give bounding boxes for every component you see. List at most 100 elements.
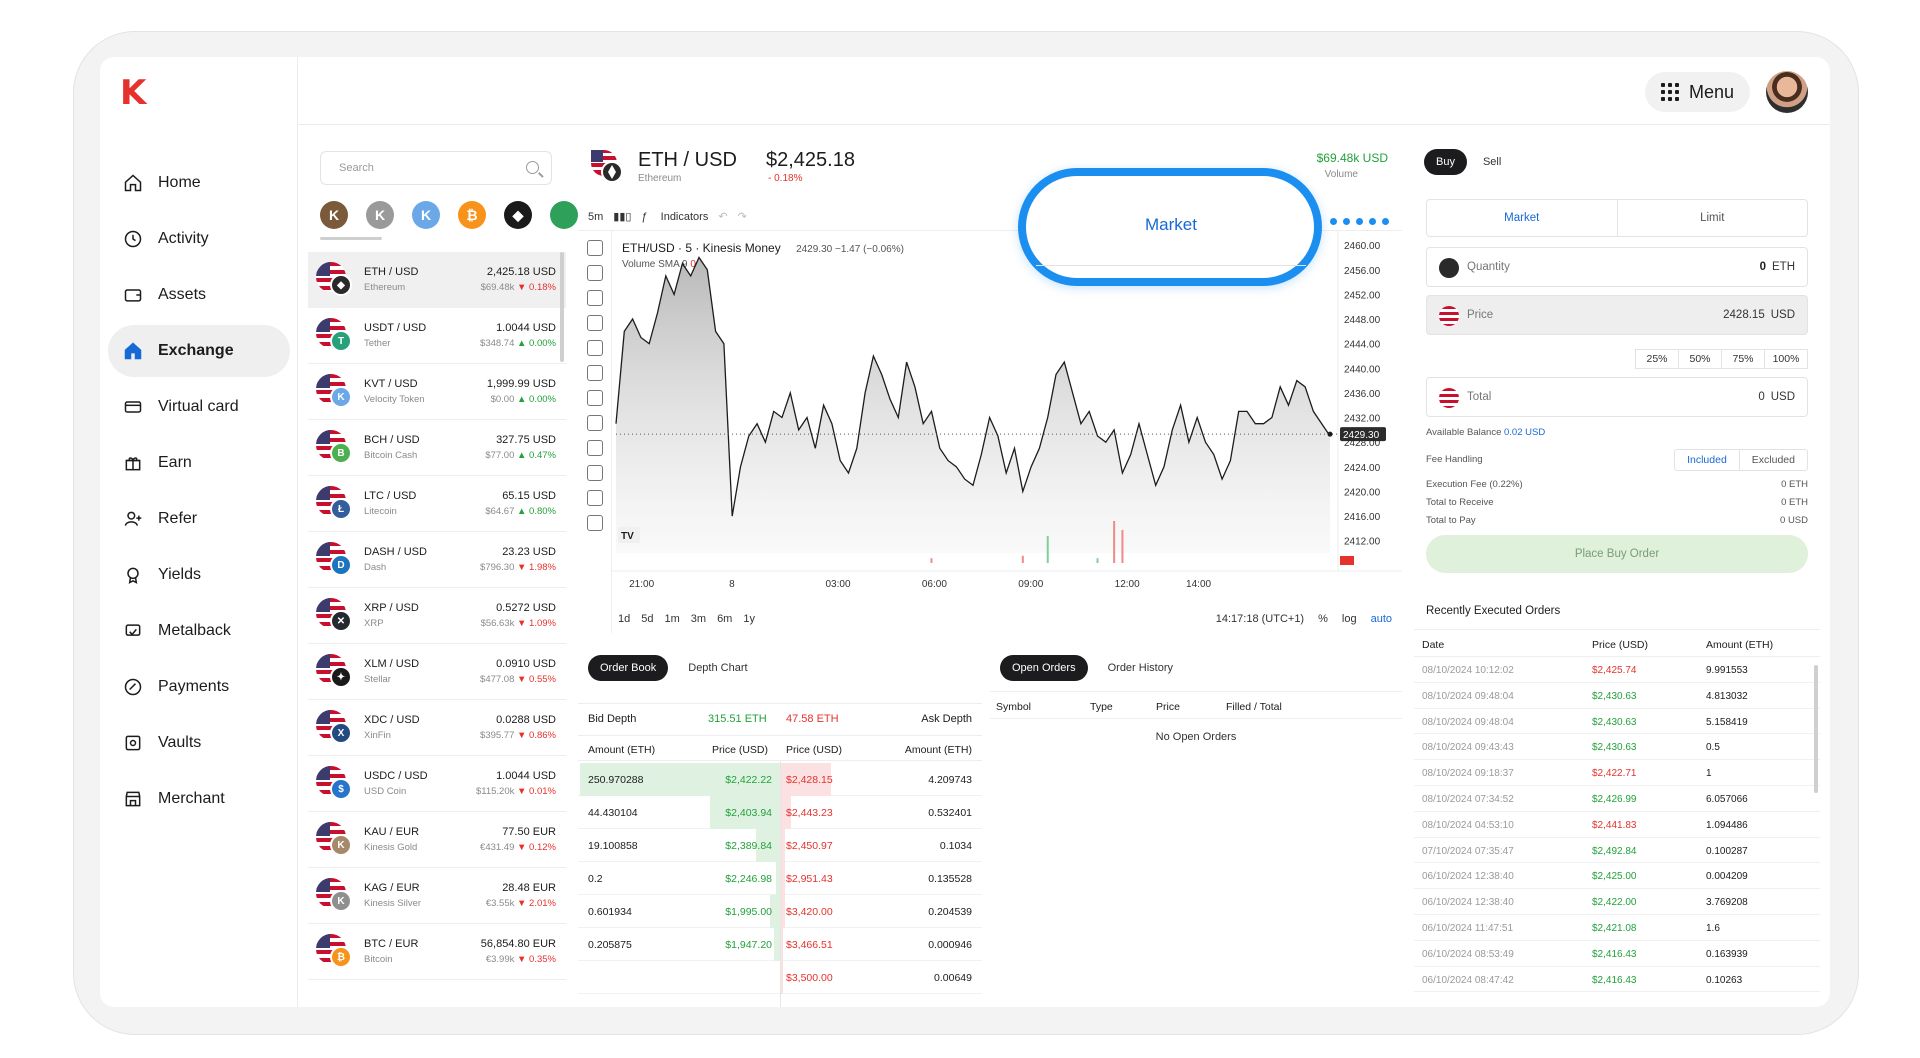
sidebar-item-activity[interactable]: Activity: [108, 213, 290, 265]
pair-item[interactable]: K KAU / EUR Kinesis Gold 77.50 EUR €431.49 ▼…: [308, 812, 566, 868]
pair-list: ◆ ETH / USD Ethereum 2,425.18 USD $69.48k ▼ …: [308, 252, 566, 980]
last-price: $2,425.18: [766, 149, 855, 171]
redo-icon[interactable]: ↷: [738, 210, 747, 223]
trendline-icon[interactable]: [586, 265, 603, 281]
auto-toggle[interactable]: auto: [1371, 613, 1392, 625]
pair-item[interactable]: X XDC / USD XinFin 0.0288 USD $395.77 ▼ 0.86…: [308, 700, 566, 756]
percent-25-button[interactable]: 25%: [1635, 349, 1679, 369]
coin-filter-icon[interactable]: ◆: [504, 201, 532, 229]
magnet-icon[interactable]: [586, 490, 603, 506]
sidebar-item-vaults[interactable]: Vaults: [108, 717, 290, 769]
pair-item[interactable]: D DASH / USD Dash 23.23 USD $796.30 ▼ 1.98%: [308, 532, 566, 588]
range-6m[interactable]: 6m: [717, 613, 732, 625]
interval-selector[interactable]: 5m: [588, 211, 603, 223]
coin-filter-scrollbar[interactable]: [320, 237, 382, 240]
pair-item[interactable]: T USDT / USD Tether 1.0044 USD $348.74 ▲ 0.0…: [308, 308, 566, 364]
price-field[interactable]: Price 2428.15 USD: [1426, 295, 1808, 335]
coin-filter-icon[interactable]: K: [366, 201, 394, 229]
pair-item[interactable]: ◆ ETH / USD Ethereum 2,425.18 USD $69.48k ▼ …: [308, 252, 566, 308]
text-icon[interactable]: [586, 340, 603, 356]
sidebar-item-home[interactable]: Home: [108, 157, 290, 209]
pair-list-scrollbar[interactable]: [560, 252, 564, 362]
pair-volume-change: $477.08 ▼ 0.55%: [480, 674, 556, 685]
sidebar-item-virtual-card[interactable]: Virtual card: [108, 381, 290, 433]
search-icon[interactable]: [526, 161, 539, 174]
usd-flag-icon: [1439, 306, 1459, 326]
pair-item[interactable]: ₿ BTC / EUR Bitcoin 56,854.80 EUR €3.99k ▼ 0…: [308, 924, 566, 980]
lock-icon[interactable]: [586, 515, 603, 531]
pair-item[interactable]: B BCH / USD Bitcoin Cash 327.75 USD $77.00 ▲…: [308, 420, 566, 476]
payments-icon: [122, 676, 144, 698]
kinesis-logo[interactable]: K: [120, 73, 146, 113]
percent-100-button[interactable]: 100%: [1764, 349, 1808, 369]
menu-button[interactable]: Menu: [1644, 72, 1750, 112]
range-1d[interactable]: 1d: [618, 613, 630, 625]
sidebar-item-metalback[interactable]: Metalback: [108, 605, 290, 657]
pair-change: ▲ 0.47%: [517, 450, 556, 461]
pair-item[interactable]: Ł LTC / USD Litecoin 65.15 USD $64.67 ▲ 0.80…: [308, 476, 566, 532]
heart-icon[interactable]: [586, 415, 603, 431]
topbar: Menu: [298, 57, 1830, 125]
tab-open-orders[interactable]: Open Orders: [1000, 655, 1088, 681]
sidebar-item-earn[interactable]: Earn: [108, 437, 290, 489]
indicators-button[interactable]: ƒ Indicators: [641, 211, 708, 223]
order-date: 08/10/2024 10:12:02: [1422, 665, 1514, 676]
pattern-icon[interactable]: [586, 365, 603, 381]
no-open-orders-message: No Open Orders: [1155, 731, 1237, 743]
tab-order-history[interactable]: Order History: [1096, 655, 1185, 681]
coin-filter-icon[interactable]: K: [412, 201, 440, 229]
coin-filter-icon[interactable]: ₿: [458, 201, 486, 229]
tab-depth-chart[interactable]: Depth Chart: [676, 655, 759, 681]
sidebar-item-yields[interactable]: Yields: [108, 549, 290, 601]
ask-depth-bar: [781, 829, 785, 862]
tab-order-book[interactable]: Order Book: [588, 655, 669, 681]
order-type-market[interactable]: Market: [1427, 200, 1618, 236]
tab-sell[interactable]: Sell: [1471, 149, 1513, 175]
zoom-icon[interactable]: [586, 465, 603, 481]
percent-toggle[interactable]: %: [1318, 613, 1328, 625]
place-buy-order-button[interactable]: Place Buy Order: [1426, 535, 1808, 573]
recent-orders-scrollbar[interactable]: [1814, 665, 1818, 793]
chart-style-icon[interactable]: ▮▮▯: [613, 210, 631, 223]
tab-buy[interactable]: Buy: [1424, 149, 1467, 175]
percent-75-button[interactable]: 75%: [1721, 349, 1765, 369]
brush-icon[interactable]: [586, 315, 603, 331]
search-input[interactable]: Search: [320, 151, 552, 185]
coin-filter-icon[interactable]: [550, 201, 578, 229]
order-type-limit[interactable]: Limit: [1618, 200, 1808, 236]
fee-included-option[interactable]: Included: [1675, 450, 1740, 470]
sidebar-item-refer[interactable]: Refer: [108, 493, 290, 545]
y-tick-label: 2436.00: [1344, 389, 1381, 400]
pair-item[interactable]: ✕ XRP / USD XRP 0.5272 USD $56.63k ▼ 1.09%: [308, 588, 566, 644]
pair-item[interactable]: $ USDC / USD USD Coin 1.0044 USD $115.20k ▼ …: [308, 756, 566, 812]
pair-item[interactable]: K KVT / USD Velocity Token 1,999.99 USD $0.0…: [308, 364, 566, 420]
sidebar-item-payments[interactable]: Payments: [108, 661, 290, 713]
ruler-icon[interactable]: [586, 440, 603, 456]
sidebar-item-merchant[interactable]: Merchant: [108, 773, 290, 825]
range-5d[interactable]: 5d: [641, 613, 653, 625]
log-toggle[interactable]: log: [1342, 613, 1357, 625]
total-field[interactable]: Total 0 USD: [1426, 377, 1808, 417]
percent-50-button[interactable]: 50%: [1678, 349, 1722, 369]
undo-icon[interactable]: ↶: [718, 210, 727, 223]
range-1m[interactable]: 1m: [665, 613, 680, 625]
pair-volume-change: $69.48k ▼ 0.18%: [481, 282, 556, 293]
fib-icon[interactable]: [586, 290, 603, 306]
crosshair-icon[interactable]: [586, 240, 603, 256]
quantity-field[interactable]: Quantity 0 ETH: [1426, 247, 1808, 287]
pair-item[interactable]: ✦ XLM / USD Stellar 0.0910 USD $477.08 ▼ 0.5…: [308, 644, 566, 700]
sidebar-item-exchange[interactable]: Exchange: [108, 325, 290, 377]
range-3m[interactable]: 3m: [691, 613, 706, 625]
range-1y[interactable]: 1y: [743, 613, 755, 625]
pair-volume: $69.48k: [480, 282, 515, 293]
price-chart[interactable]: 2460.00 2456.00 2452.00 2448.00 2444.00 2440.…: [612, 231, 1402, 603]
avatar[interactable]: [1766, 71, 1808, 113]
pair-name: DASH / USD: [364, 546, 427, 558]
coin-filter-icon[interactable]: K: [320, 201, 348, 229]
forecast-icon[interactable]: [586, 390, 603, 406]
market-option-zoomed[interactable]: Market: [1036, 184, 1306, 266]
fee-excluded-option[interactable]: Excluded: [1740, 450, 1807, 470]
sidebar-item-assets[interactable]: Assets: [108, 269, 290, 321]
last-price-dot: [1327, 431, 1333, 437]
pair-item[interactable]: K KAG / EUR Kinesis Silver 28.48 EUR €3.55k …: [308, 868, 566, 924]
